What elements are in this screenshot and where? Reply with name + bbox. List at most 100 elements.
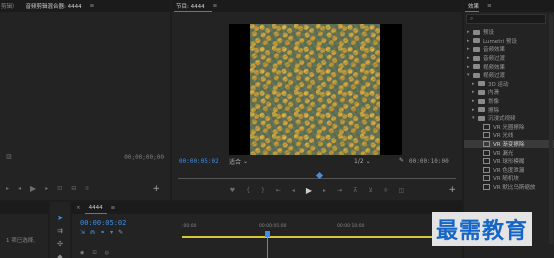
effects-tree-item[interactable]: ▾ 视频过渡 [464, 71, 554, 80]
timeline-playhead-line [267, 237, 268, 258]
wrench-icon[interactable]: ✎ [399, 158, 404, 164]
work-area-bar[interactable] [182, 236, 432, 238]
play-icon[interactable]: ▶ [30, 185, 36, 193]
effects-tree-item[interactable]: ▸ 3D 运动 [464, 80, 554, 89]
mark-in-icon[interactable]: { [246, 188, 250, 194]
lift-icon[interactable]: ⊼ [353, 188, 357, 194]
effects-menu-icon[interactable]: ≡ [483, 3, 496, 9]
step-back-icon[interactable]: ◂ [292, 188, 295, 194]
program-playhead[interactable] [315, 171, 324, 180]
camera-icon[interactable]: ⌾ [85, 186, 89, 192]
effects-tree-item[interactable]: VR 球形模糊 [464, 157, 554, 166]
effects-tree-item-label: Lumetri 预设 [483, 38, 517, 45]
razor-tool-icon[interactable]: ◆ [57, 253, 62, 258]
export-frame-icon[interactable]: ⌾ [384, 188, 388, 194]
tab-source[interactable]: 剪辑） [0, 2, 22, 10]
comparison-view-icon[interactable]: ◫ [399, 188, 405, 194]
transition-icon [483, 183, 490, 190]
go-to-in-icon[interactable]: ⇤ [276, 188, 281, 194]
add-marker-icon[interactable]: ♥ [230, 188, 235, 194]
ripple-edit-tool-icon[interactable]: ✣ [57, 240, 63, 248]
play-icon[interactable]: ▶ [306, 187, 312, 195]
lock-icon[interactable]: ⊡ [92, 250, 96, 256]
folder-icon [473, 64, 480, 70]
effects-tree-item[interactable]: ▸ 内滑 [464, 88, 554, 97]
toggle-track-output-icon[interactable]: ◉ [80, 250, 84, 256]
effects-tree-item[interactable]: ▸ 音频效果 [464, 45, 554, 54]
effects-tree-item[interactable]: ▸ 视频效果 [464, 62, 554, 71]
step-forward-icon[interactable]: ▸ [45, 186, 48, 192]
wrench-icon[interactable]: ✎ [118, 229, 123, 236]
program-current-timecode[interactable]: 00:00:05:02 [179, 158, 219, 165]
effects-search-input[interactable]: ⌕ [466, 14, 546, 24]
add-marker-icon[interactable]: ▾ [110, 229, 113, 236]
tab-audio-clip-mixer[interactable]: 音频剪辑混合器: 4444 [22, 2, 86, 10]
effects-tree-item-label: 3D 运动 [488, 81, 509, 88]
source-info-bar: ▥ 00;00;00;00 [0, 150, 170, 164]
source-add-button[interactable]: + [152, 184, 160, 194]
ruler-label: 00:00:10:00 [337, 224, 365, 229]
transition-icon [483, 123, 490, 130]
effects-tabbar: 效果 ≡ [464, 0, 554, 12]
selection-tool-icon[interactable]: ➤ [57, 214, 63, 222]
active-tab-underline [174, 11, 212, 12]
effects-tree-item[interactable]: VR 随机块 [464, 174, 554, 183]
program-scrub-bar[interactable] [178, 171, 456, 180]
tab-sequence[interactable]: 4444 [85, 205, 107, 211]
effects-tree-item[interactable]: ▸ 擦除 [464, 105, 554, 114]
step-forward-icon[interactable]: ▸ [323, 188, 326, 194]
fit-dropdown[interactable]: 适合 ⌄ [229, 157, 248, 166]
program-menu-icon[interactable]: ≡ [209, 3, 222, 9]
effects-tree-item[interactable]: ▾ 沉浸式视频 [464, 114, 554, 123]
source-transport: ▸ ◂ ▶ ▸ ⊡ ⊟ ⌾ [6, 185, 89, 193]
effects-tree-item[interactable]: VR 光线 [464, 131, 554, 140]
effects-tree-item[interactable]: VR 默比乌斯缩放 [464, 183, 554, 192]
tab-program[interactable]: 节目: 4444 [172, 2, 209, 10]
folder-icon [478, 81, 485, 87]
linked-selection-icon[interactable]: ⚭ [100, 229, 105, 236]
source-tabbar: 剪辑） 音频剪辑混合器: 4444 ≡ [0, 0, 170, 12]
overwrite-icon[interactable]: ⊟ [71, 186, 76, 192]
program-duration-timecode: 00:00:10:00 [409, 157, 449, 165]
track-select-tool-icon[interactable]: ⇉ [57, 227, 63, 235]
effects-tree-item[interactable]: VR 色度泄漏 [464, 166, 554, 175]
snap-icon[interactable]: ⋒ [90, 229, 95, 236]
extract-icon[interactable]: ⊻ [369, 188, 373, 194]
panel-menu-icon[interactable]: ≡ [86, 3, 99, 9]
timeline-ruler[interactable]: :00:00 00:00:05:00 00:00:10:00 [182, 224, 462, 232]
effects-tree-item[interactable]: VR 漏光 [464, 148, 554, 157]
source-settings-icon[interactable]: ▥ [6, 154, 12, 160]
effects-tree-item[interactable]: ▸ 音频过渡 [464, 54, 554, 63]
step-back-icon[interactable]: ◂ [18, 186, 21, 192]
effects-tree-item[interactable]: ▸ Lumetri 预设 [464, 37, 554, 46]
folder-icon [473, 38, 480, 44]
effects-scrollbar[interactable] [549, 14, 553, 244]
tab-effects[interactable]: 效果 [464, 2, 483, 10]
eye-icon[interactable]: ◎ [105, 250, 109, 256]
effects-tree-item-label: VR 光线 [493, 133, 514, 140]
effects-tree: ▸ 预设 ▸ Lumetri 预设 ▸ 音频效果 ▸ 音频过渡 ▸ 视频效果 ▾ 视频过渡 ▸ 3D 运动… [464, 28, 554, 191]
effects-tree-item-label: 视频过渡 [483, 73, 506, 80]
effects-tree-item[interactable]: VR 渐变擦除 [464, 139, 554, 149]
mark-out-icon[interactable]: } [261, 188, 265, 194]
go-to-out-icon[interactable]: ⇥ [337, 188, 342, 194]
effects-tree-item-label: 擦除 [488, 107, 500, 114]
timeline-timecode[interactable]: 00:00:05:02 [80, 219, 126, 227]
transition-icon [483, 132, 490, 139]
effects-tree-item[interactable]: ▸ 划像 [464, 97, 554, 106]
effects-tree-item[interactable]: VR 光圈擦除 [464, 123, 554, 132]
timeline-close-icon[interactable]: × [72, 205, 85, 211]
insert-icon[interactable]: ⊡ [57, 186, 62, 192]
program-info-bar: 00:00:05:02 适合 ⌄ 1/2 ⌄ ✎ 00:00:10:00 [172, 155, 462, 167]
nest-icon[interactable]: ⇲ [80, 229, 85, 236]
timeline-menu-icon[interactable]: ≡ [107, 205, 120, 211]
mark-in-icon[interactable]: ▸ [6, 186, 9, 192]
resolution-dropdown[interactable]: 1/2 ⌄ [354, 158, 371, 165]
program-add-button[interactable]: + [448, 185, 456, 195]
effects-tree-item[interactable]: ▸ 预设 [464, 28, 554, 37]
folder-icon [478, 89, 485, 95]
effects-tree-item-label: 视频效果 [483, 64, 506, 71]
effects-tree-item-label: 内滑 [488, 90, 500, 97]
source-monitor-panel: 剪辑） 音频剪辑混合器: 4444 ≡ ▥ 00;00;00;00 ▸ ◂ ▶ … [0, 0, 170, 200]
resolution-label: 1/2 [354, 157, 364, 165]
